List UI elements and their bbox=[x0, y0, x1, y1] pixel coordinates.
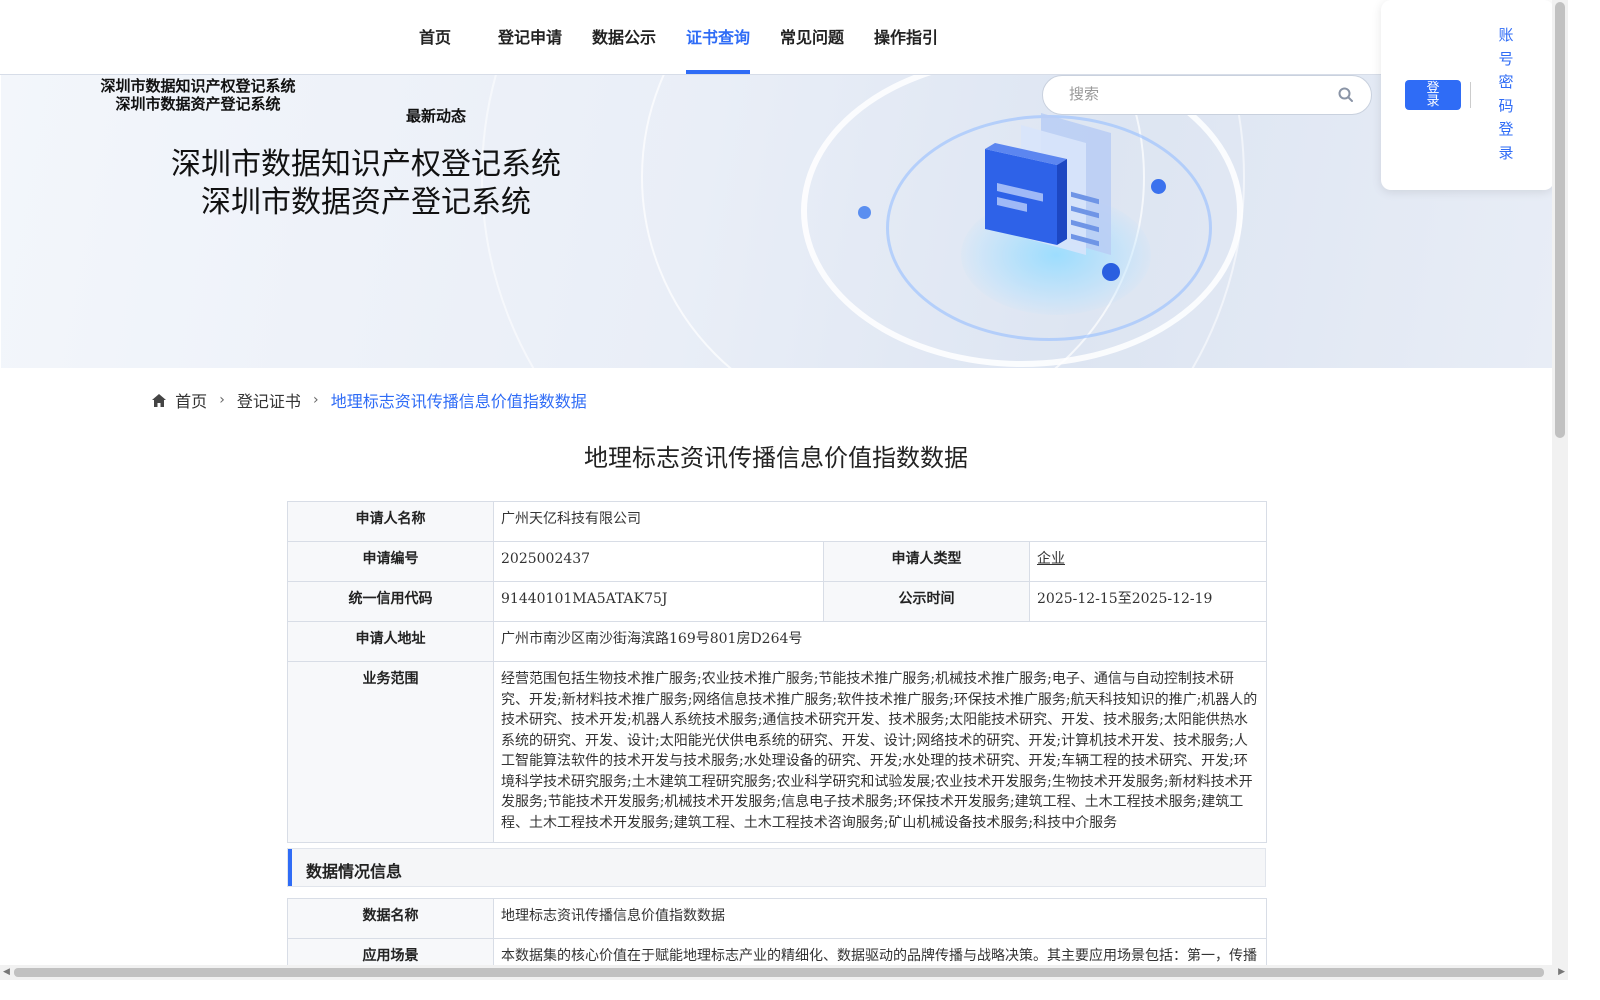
nav-certificate-query[interactable]: 证书查询 bbox=[686, 24, 751, 74]
section-accent-bar bbox=[288, 849, 292, 886]
viewport: 首页 登记申请 数据公示 证书查询 常见问题 操作指引 深圳市数据知识产权登记系… bbox=[0, 0, 1552, 965]
table-row: 申请编号 2025002437 申请人类型 企业 bbox=[287, 541, 1268, 582]
password-login-link[interactable]: 账号密码登录 bbox=[1493, 24, 1519, 165]
credit-code-value: 91440101MA5ATAK75J bbox=[493, 581, 824, 622]
application-number-label: 申请编号 bbox=[287, 541, 494, 582]
applicant-address-value: 广州市南沙区南沙街海滨路169号801房D264号 bbox=[492, 621, 1268, 662]
document-illustration bbox=[985, 113, 1111, 255]
search-input[interactable] bbox=[1067, 84, 1331, 104]
nav-faq[interactable]: 常见问题 bbox=[780, 24, 844, 74]
application-scene-value: 本数据集的核心价值在于赋能地理标志产业的精细化、数据驱动的品牌传播与战略决策。其… bbox=[493, 938, 1267, 965]
application-scene-label: 应用场景 bbox=[287, 938, 494, 965]
data-name-value: 地理标志资讯传播信息价值指数数据 bbox=[493, 898, 1267, 939]
login-button-label: 登 录 bbox=[1426, 81, 1440, 109]
page-title: 地理标志资讯传播信息价值指数数据 bbox=[584, 444, 968, 472]
applicant-address-label: 申请人地址 bbox=[287, 621, 494, 662]
breadcrumb-current: 地理标志资讯传播信息价值指数数据 bbox=[330, 392, 587, 411]
top-nav: 首页 登记申请 数据公示 证书查询 常见问题 操作指引 bbox=[0, 0, 1552, 75]
data-info-section-header: 数据情况信息 bbox=[287, 848, 1266, 887]
banner-orb bbox=[858, 206, 871, 219]
banner-orb bbox=[1102, 263, 1120, 281]
nav-data-publicity[interactable]: 数据公示 bbox=[592, 24, 656, 74]
page-bottom-area bbox=[0, 980, 1600, 1000]
publicity-period-label: 公示时间 bbox=[823, 581, 1030, 622]
business-scope-value: 经营范围包括生物技术推广服务;农业技术推广服务;节能技术推广服务;机械技术推广服… bbox=[492, 661, 1268, 843]
home-icon bbox=[152, 393, 166, 407]
applicant-name-label: 申请人名称 bbox=[287, 501, 494, 542]
publicity-period-value: 2025-12-15至2025-12-19 bbox=[1028, 581, 1268, 622]
table-row: 申请人地址 广州市南沙区南沙街海滨路169号801房D264号 bbox=[287, 621, 1268, 662]
banner-orb bbox=[1151, 179, 1166, 194]
table-row: 统一信用代码 91440101MA5ATAK75J 公示时间 2025-12-1… bbox=[287, 581, 1268, 622]
applicant-name-value: 广州天亿科技有限公司 bbox=[492, 501, 1268, 542]
table-row: 申请人名称 广州天亿科技有限公司 bbox=[287, 501, 1268, 542]
applicant-info-table: 申请人名称 广州天亿科技有限公司 申请编号 2025002437 申请人类型 企… bbox=[287, 501, 1268, 843]
data-name-label: 数据名称 bbox=[287, 898, 494, 939]
nav-home[interactable]: 首页 bbox=[419, 24, 451, 74]
scroll-right-icon[interactable]: ▶ bbox=[1558, 968, 1565, 977]
login-panel: 登 录 账号密码登录 bbox=[1381, 0, 1552, 190]
applicant-type-label: 申请人类型 bbox=[823, 541, 1030, 582]
table-row: 业务范围 经营范围包括生物技术推广服务;农业技术推广服务;节能技术推广服务;机械… bbox=[287, 661, 1268, 843]
breadcrumb-certificates[interactable]: 登记证书 bbox=[237, 392, 301, 411]
chevron-right-icon: › bbox=[219, 392, 225, 408]
table-row: 应用场景 本数据集的核心价值在于赋能地理标志产业的精细化、数据驱动的品牌传播与战… bbox=[287, 938, 1267, 965]
data-info-table: 数据名称 地理标志资讯传播信息价值指数数据 应用场景 本数据集的核心价值在于赋能… bbox=[287, 898, 1267, 965]
nav-register-apply[interactable]: 登记申请 bbox=[498, 24, 562, 74]
horizontal-scroll-thumb[interactable] bbox=[14, 968, 1544, 977]
vertical-scrollbar[interactable] bbox=[1552, 0, 1568, 980]
login-divider bbox=[1470, 82, 1471, 108]
chevron-right-icon: › bbox=[313, 392, 319, 408]
table-row: 数据名称 地理标志资讯传播信息价值指数数据 bbox=[287, 898, 1267, 939]
horizontal-scrollbar[interactable]: ◀ ▶ bbox=[0, 965, 1568, 980]
site-logo-title-2: 深圳市数据资产登记系统 bbox=[115, 95, 281, 113]
business-scope-label: 业务范围 bbox=[287, 661, 494, 843]
breadcrumb-home[interactable]: 首页 bbox=[175, 392, 207, 411]
hero-banner: 深圳市数据知识产权登记系统 深圳市数据资产登记系统 最新动态 深圳市数据知识产权… bbox=[1, 75, 1552, 368]
search-box bbox=[1042, 75, 1372, 115]
applicant-type-value: 企业 bbox=[1028, 541, 1268, 582]
breadcrumb: 首页 › 登记证书 › 地理标志资讯传播信息价值指数数据 bbox=[152, 388, 587, 412]
nav-guide[interactable]: 操作指引 bbox=[874, 24, 938, 74]
search-icon[interactable] bbox=[1337, 86, 1355, 104]
credit-code-label: 统一信用代码 bbox=[287, 581, 494, 622]
banner-title-1: 深圳市数据知识产权登记系统 bbox=[171, 147, 561, 182]
scroll-left-icon[interactable]: ◀ bbox=[3, 968, 10, 977]
vertical-scroll-thumb[interactable] bbox=[1555, 2, 1565, 438]
data-info-section-title: 数据情况信息 bbox=[306, 862, 403, 881]
site-logo-title-1: 深圳市数据知识产权登记系统 bbox=[100, 77, 296, 95]
application-number-value: 2025002437 bbox=[493, 541, 824, 582]
banner-title-2: 深圳市数据资产登记系统 bbox=[201, 185, 531, 220]
latest-news-link[interactable]: 最新动态 bbox=[406, 105, 466, 126]
login-button[interactable]: 登 录 bbox=[1405, 80, 1461, 110]
